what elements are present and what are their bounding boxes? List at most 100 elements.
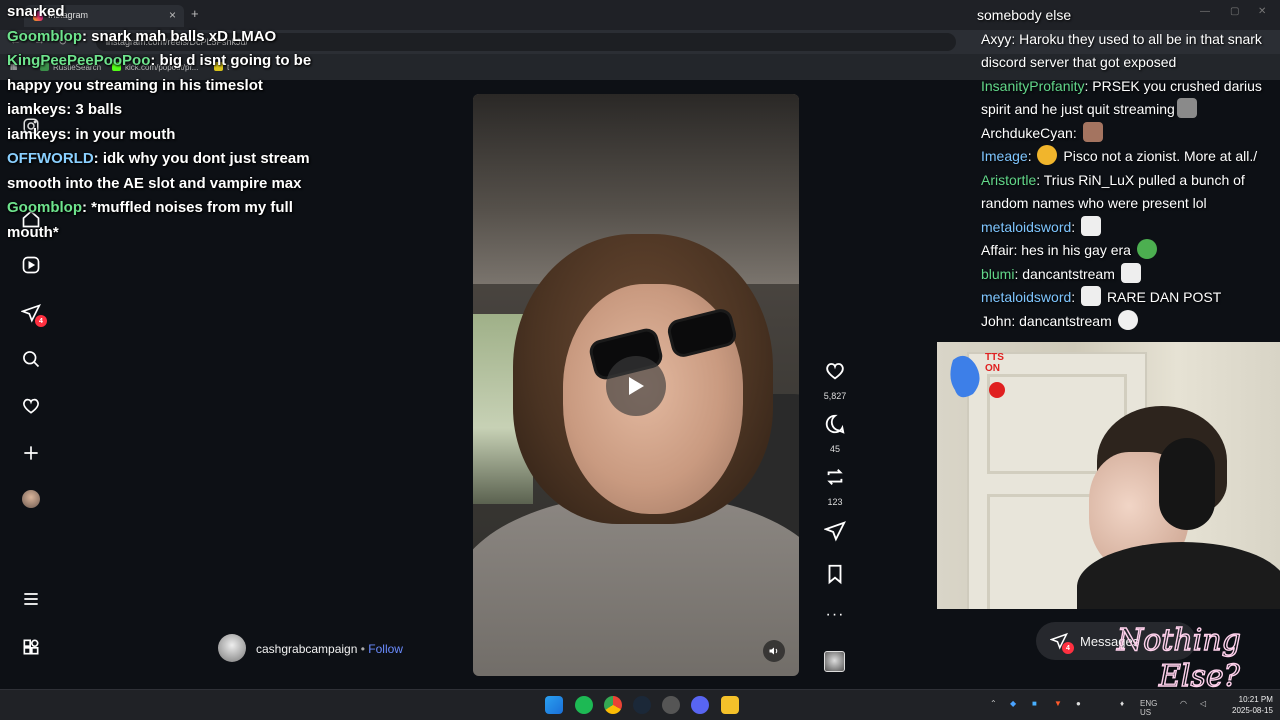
tts-label: TTS ON bbox=[985, 352, 1004, 374]
chat-line: KingPeePeePooPoo: big d isnt going to be… bbox=[7, 52, 312, 94]
create-icon[interactable] bbox=[20, 442, 42, 464]
tts-bird-icon bbox=[950, 355, 1005, 398]
headphones bbox=[1159, 438, 1215, 530]
separator: • bbox=[360, 642, 365, 656]
comment-action[interactable]: 45 bbox=[822, 413, 848, 454]
chat-username: metaloidsword bbox=[981, 218, 1072, 235]
comment-icon bbox=[825, 414, 845, 434]
webcam-feed: TTS ON bbox=[937, 342, 1280, 609]
logo-text-1: Nothing bbox=[1116, 623, 1241, 658]
speaker-icon bbox=[769, 647, 778, 655]
chat-username: Axyy bbox=[981, 30, 1012, 47]
more-options-icon[interactable]: ··· bbox=[822, 606, 848, 624]
repost-action[interactable]: 123 bbox=[822, 466, 848, 507]
chat-header: somebody else bbox=[977, 7, 1072, 23]
chat-message: Pisco not a zionist. More at all./ bbox=[1063, 148, 1258, 164]
chat-line: snarked bbox=[7, 0, 327, 25]
volume-button[interactable] bbox=[763, 640, 785, 662]
author-avatar[interactable] bbox=[218, 634, 246, 662]
share-action[interactable] bbox=[822, 520, 848, 547]
heart-icon[interactable] bbox=[20, 395, 42, 417]
chat-username: Imeage bbox=[981, 148, 1028, 164]
steam-icon[interactable] bbox=[633, 696, 651, 714]
chat-line: metaloidsword: RARE DAN POST bbox=[977, 286, 1280, 310]
chat-username: blumi bbox=[981, 265, 1015, 282]
settings-gear-icon[interactable] bbox=[662, 696, 680, 714]
follow-button[interactable]: Follow bbox=[368, 642, 403, 656]
chat-username: Goomblop bbox=[7, 27, 82, 45]
microphone-icon[interactable]: ♦ bbox=[1120, 699, 1124, 708]
search-icon[interactable] bbox=[20, 348, 42, 370]
side-chat: somebody else Axyy: Haroku they used to … bbox=[977, 4, 1280, 333]
chat-line: Axyy: Haroku they used to all be in that… bbox=[981, 30, 1262, 71]
date-text: 2025-08-15 bbox=[1232, 706, 1273, 715]
chat-username: Goomblop bbox=[7, 199, 82, 216]
chat-message: hes in his gay era bbox=[1021, 242, 1131, 258]
heart-icon bbox=[826, 363, 844, 380]
logo-text-2: Else? bbox=[1158, 659, 1241, 692]
chat-message: snarked bbox=[7, 3, 65, 20]
save-action[interactable] bbox=[822, 563, 848, 590]
chat-line: InsanityProfanity: PRSEK you crushed dar… bbox=[981, 77, 1262, 118]
audio-thumbnail[interactable] bbox=[824, 651, 845, 672]
profile-avatar[interactable] bbox=[22, 490, 40, 508]
chat-line: OFFWORLD: idk why you dont just stream s… bbox=[7, 150, 310, 192]
reel-video[interactable] bbox=[473, 94, 799, 676]
chat-line: metaloidsword: bbox=[977, 215, 1280, 240]
chat-line: Goomblop: snark mah balls xD LMAO bbox=[7, 27, 277, 45]
play-button[interactable] bbox=[606, 356, 666, 416]
tray-app-icon[interactable]: ◆ bbox=[1010, 699, 1016, 708]
lang-text: ENG bbox=[1140, 699, 1158, 708]
emote-icon bbox=[1082, 121, 1103, 142]
spotify-icon[interactable] bbox=[575, 696, 593, 714]
author-name[interactable]: cashgrabcampaign bbox=[256, 642, 357, 656]
tray-app-icon[interactable]: ● bbox=[1076, 699, 1081, 708]
volume-icon[interactable]: ◁ bbox=[1200, 699, 1206, 708]
chat-line: Affair: hes in his gay era bbox=[977, 239, 1280, 263]
repost-count: 123 bbox=[827, 497, 843, 507]
reels-icon[interactable] bbox=[20, 254, 42, 276]
chat-message: snark mah balls xD LMAO bbox=[91, 27, 277, 45]
emote-icon bbox=[1176, 98, 1197, 118]
more-apps-icon[interactable] bbox=[20, 636, 42, 658]
chat-message: RARE DAN POST bbox=[1106, 289, 1222, 305]
chrome-icon[interactable] bbox=[604, 696, 622, 714]
chat-username: OFFWORLD bbox=[7, 150, 94, 167]
clock[interactable]: 10:21 PM 2025-08-15 bbox=[1232, 694, 1273, 716]
wifi-icon[interactable]: ◠ bbox=[1180, 699, 1187, 708]
file-explorer-icon[interactable] bbox=[721, 696, 739, 714]
chat-username: iamkeys bbox=[7, 101, 67, 118]
tray-app-icon[interactable]: ■ bbox=[1032, 699, 1037, 708]
chat-line: iamkeys: 3 balls bbox=[7, 101, 123, 118]
overlay-chat: snarked Goomblop: snark mah balls xD LMA… bbox=[7, 0, 327, 245]
discord-icon[interactable] bbox=[691, 696, 709, 714]
chat-message: in your mouth bbox=[75, 125, 176, 143]
chat-message: 3 balls bbox=[75, 101, 123, 118]
tray-chevron-icon[interactable]: ⌃ bbox=[990, 699, 997, 708]
chat-username: metaloidsword bbox=[981, 289, 1072, 305]
time-text: 10:21 PM bbox=[1238, 695, 1273, 704]
chat-username: KingPeePeePooPoo bbox=[7, 52, 151, 69]
brave-icon[interactable]: ▼ bbox=[1054, 699, 1062, 708]
reel-author-line: cashgrabcampaign • Follow bbox=[256, 642, 403, 656]
emote-icon bbox=[1037, 145, 1058, 165]
chat-username: John bbox=[981, 312, 1012, 329]
language-indicator[interactable]: ENG US bbox=[1140, 699, 1157, 717]
start-button[interactable] bbox=[545, 696, 563, 714]
chat-line: John: dancantstream bbox=[977, 309, 1280, 334]
chat-username: iamkeys bbox=[7, 125, 67, 143]
chat-username: Aristortle bbox=[981, 171, 1037, 188]
chat-username: Affair bbox=[981, 242, 1014, 258]
direct-messages-icon[interactable]: 4 bbox=[20, 302, 47, 327]
chat-message: Haroku they used to all be in that snark… bbox=[981, 30, 1262, 71]
chat-message: dancantstream bbox=[1022, 265, 1115, 282]
tts-on-text: ON bbox=[985, 363, 1000, 374]
windows-taskbar: ⌃ ◆ ■ ▼ ● ♦ ENG US ◠ ◁ 10:21 PM 2025-08-15 bbox=[0, 689, 1280, 720]
messages-badge: 4 bbox=[1062, 642, 1074, 654]
repost-icon bbox=[827, 469, 843, 485]
direct-icon: 4 bbox=[1049, 632, 1074, 654]
like-action[interactable]: 5,827 bbox=[822, 360, 848, 401]
chat-username: InsanityProfanity bbox=[981, 77, 1085, 94]
emote-icon bbox=[1081, 286, 1102, 306]
menu-icon[interactable] bbox=[20, 588, 42, 610]
